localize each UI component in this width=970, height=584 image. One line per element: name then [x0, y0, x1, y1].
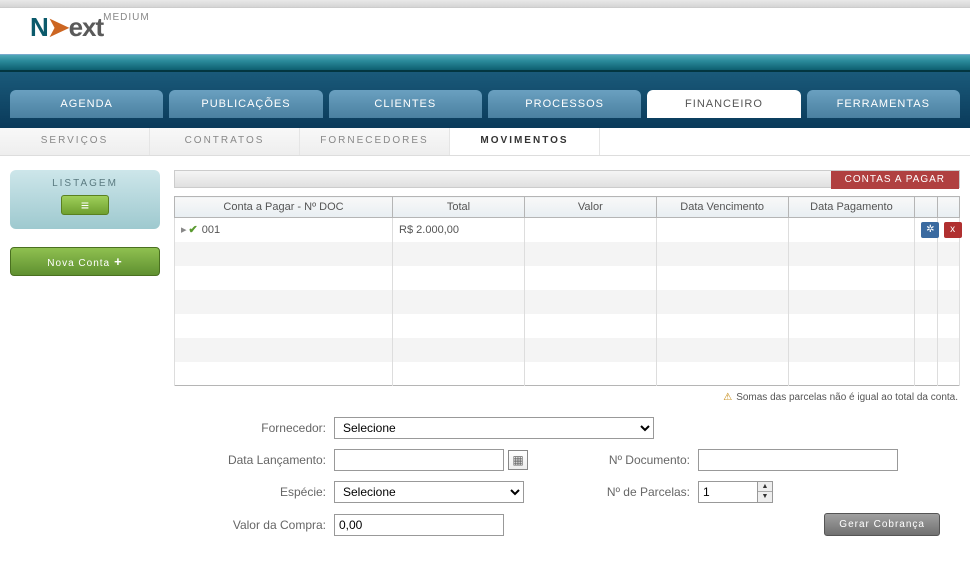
num-documento-label: Nº Documento: [568, 453, 698, 467]
list-view-icon[interactable] [61, 195, 109, 215]
logo: N➤extMEDIUM [30, 12, 150, 42]
calendar-icon[interactable]: ▦ [508, 450, 528, 470]
fornecedor-select[interactable]: Selecione [334, 417, 654, 439]
warning-message: ⚠Somas das parcelas não é igual ao total… [174, 392, 958, 403]
especie-label: Espécie: [174, 485, 334, 499]
table-row[interactable]: ▸✔001 R$ 2.000,00 ✲ x [175, 218, 960, 242]
warning-icon: ⚠ [723, 392, 732, 403]
tab-agenda[interactable]: AGENDA [10, 90, 163, 118]
data-lancamento-label: Data Lançamento: [174, 453, 334, 467]
subtab-servicos[interactable]: SERVIÇOS [0, 128, 150, 155]
expand-icon[interactable]: ▸ [181, 224, 187, 236]
col-actions2 [937, 197, 959, 218]
especie-select[interactable]: Selecione [334, 481, 524, 503]
delete-icon[interactable]: x [944, 222, 962, 238]
valor-compra-input[interactable] [334, 514, 504, 536]
logo-area: N➤extMEDIUM [0, 8, 970, 54]
section-bar: CONTAS A PAGAR [174, 170, 960, 188]
main-nav: AGENDA PUBLICAÇÕES CLIENTES PROCESSOS FI… [10, 90, 960, 118]
num-documento-input[interactable] [698, 449, 898, 471]
listagem-title: LISTAGEM [20, 178, 150, 189]
subtab-contratos[interactable]: CONTRATOS [150, 128, 300, 155]
tab-ferramentas[interactable]: FERRAMENTAS [807, 90, 960, 118]
fornecedor-label: Fornecedor: [174, 421, 334, 435]
valor-compra-label: Valor da Compra: [174, 518, 334, 532]
tab-clientes[interactable]: CLIENTES [329, 90, 482, 118]
data-lancamento-input[interactable] [334, 449, 504, 471]
nova-conta-button[interactable]: Nova Conta+ [10, 247, 160, 276]
spinner-up-icon[interactable]: ▲ [758, 482, 772, 492]
plus-icon: + [114, 254, 123, 269]
tab-processos[interactable]: PROCESSOS [488, 90, 641, 118]
num-parcelas-label: Nº de Parcelas: [568, 485, 698, 499]
col-venc[interactable]: Data Vencimento [656, 197, 788, 218]
col-doc[interactable]: Conta a Pagar - Nº DOC [175, 197, 393, 218]
subtab-movimentos[interactable]: MOVIMENTOS [450, 128, 600, 155]
check-icon: ✔ [189, 224, 198, 236]
contas-grid: Conta a Pagar - Nº DOC Total Valor Data … [174, 196, 960, 386]
col-actions1 [915, 197, 937, 218]
listagem-panel: LISTAGEM [10, 170, 160, 229]
subtab-fornecedores[interactable]: FORNECEDORES [300, 128, 450, 155]
section-title: CONTAS A PAGAR [831, 171, 959, 189]
spinner-down-icon[interactable]: ▼ [758, 492, 772, 502]
gear-icon[interactable]: ✲ [921, 222, 939, 238]
tab-financeiro[interactable]: FINANCEIRO [647, 90, 800, 118]
col-pag[interactable]: Data Pagamento [788, 197, 915, 218]
gerar-cobranca-button[interactable]: Gerar Cobrança [824, 513, 940, 536]
sub-nav: SERVIÇOS CONTRATOS FORNECEDORES MOVIMENT… [0, 128, 970, 156]
tab-publicacoes[interactable]: PUBLICAÇÕES [169, 90, 322, 118]
num-parcelas-input[interactable] [698, 481, 758, 503]
col-total[interactable]: Total [393, 197, 525, 218]
col-valor[interactable]: Valor [524, 197, 656, 218]
